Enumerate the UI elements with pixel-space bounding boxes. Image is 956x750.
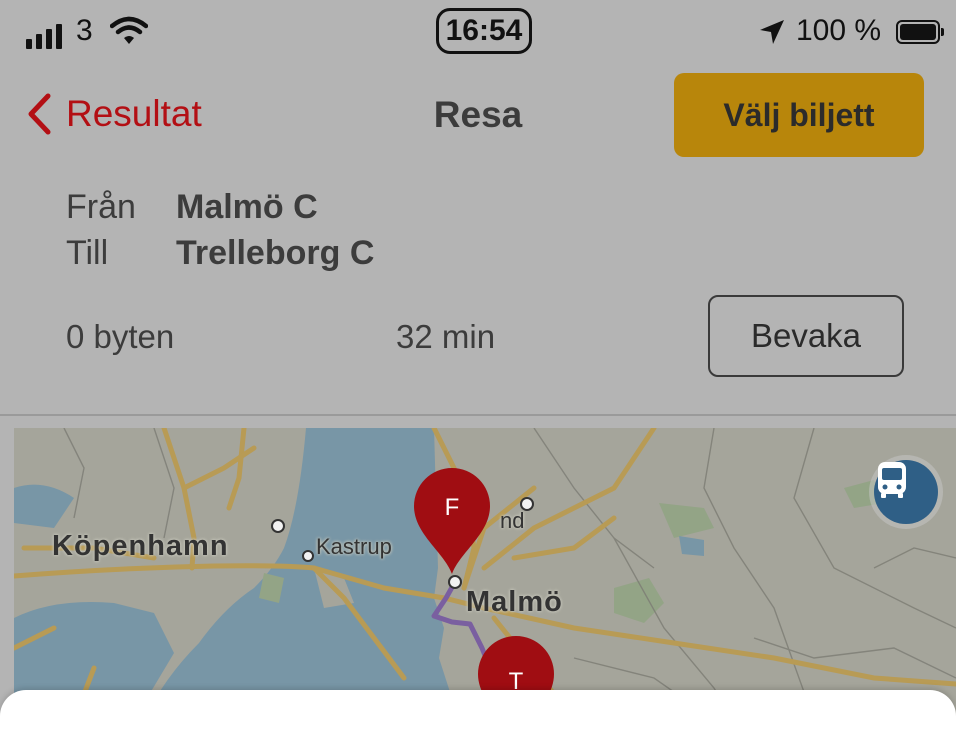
wifi-icon [109, 16, 149, 51]
from-row: Från Malmö C [66, 184, 374, 230]
signal-icon [26, 24, 62, 49]
map-label-kastrup: Kastrup [316, 534, 392, 559]
battery-icon [896, 20, 944, 44]
trip-summary: Från Malmö C Till Trelleborg C [66, 184, 374, 276]
select-ticket-button[interactable]: Välj biljett [674, 73, 924, 157]
to-row: Till Trelleborg C [66, 230, 374, 276]
from-label: Från [66, 187, 136, 226]
map-label-kopenhamn: Köpenhamn [52, 530, 229, 562]
trip-details-sheet[interactable] [0, 690, 956, 750]
divider [0, 414, 956, 416]
battery-percent: 100 % [796, 14, 882, 47]
trip-duration: 32 min [396, 318, 496, 355]
back-button[interactable]: Resultat [26, 92, 202, 136]
from-pin-label: F [444, 494, 460, 521]
chevron-left-icon [28, 93, 51, 135]
map-label-lund: nd [500, 508, 525, 533]
changes-count: 0 byten [66, 318, 175, 355]
back-label: Resultat [66, 93, 202, 134]
from-pin-icon[interactable]: F [410, 464, 494, 576]
bus-icon [878, 462, 906, 498]
transit-toggle-button[interactable] [874, 460, 938, 524]
map-label-malmo: Malmö [466, 586, 563, 618]
watch-trip-button[interactable]: Bevaka [708, 295, 904, 377]
status-bar: 3 16:54 100 % [0, 0, 956, 70]
location-arrow-icon [758, 18, 786, 51]
to-station: Trelleborg C [176, 233, 375, 272]
carrier-label: 3 [76, 14, 93, 47]
route-map[interactable]: Köpenhamn Kastrup nd Malmö F T [14, 428, 956, 720]
status-time: 16:54 [436, 8, 532, 54]
to-label: Till [66, 233, 109, 272]
from-station: Malmö C [176, 187, 318, 226]
